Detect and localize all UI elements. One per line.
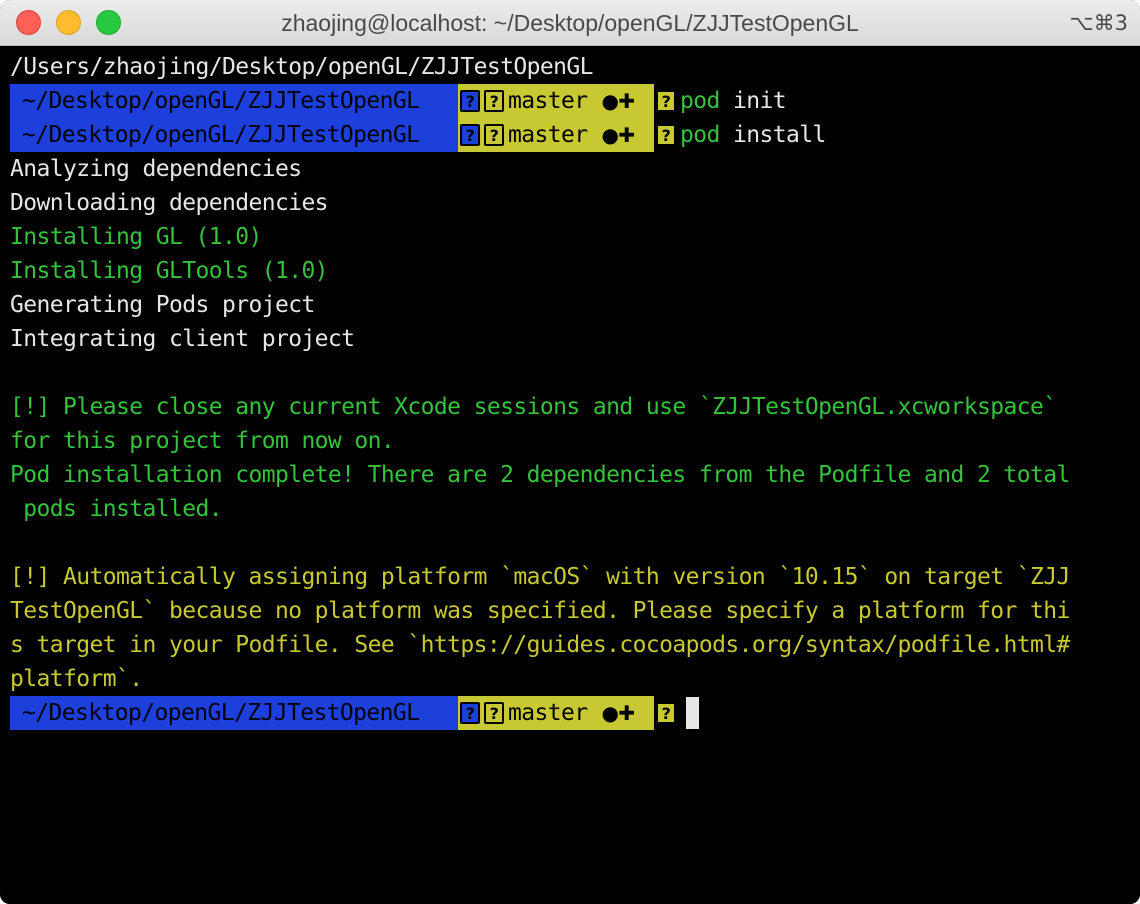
git-branch: master	[508, 700, 588, 726]
prompt-path: ~/Desktop/openGL/ZJJTestOpenGL	[10, 696, 458, 730]
unknown-glyph-icon: ?	[656, 702, 676, 724]
unknown-glyph-icon: ?	[460, 124, 480, 146]
unknown-glyph-icon: ?	[484, 90, 504, 112]
prompt-git-segment: ? ? master ●✚	[458, 118, 654, 152]
output-line: Downloading dependencies	[10, 190, 329, 216]
terminal-window: zhaojing@localhost: ~/Desktop/openGL/ZJJ…	[0, 0, 1140, 904]
window-title: zhaojing@localhost: ~/Desktop/openGL/ZJJ…	[281, 10, 859, 36]
prompt-line: ~/Desktop/openGL/ZJJTestOpenGL ? ? maste…	[10, 118, 1140, 152]
terminal-content[interactable]: /Users/zhaojing/Desktop/openGL/ZJJTestOp…	[0, 46, 1140, 904]
output-line: Integrating client project	[10, 326, 355, 352]
output-line: s target in your Podfile. See `https://g…	[10, 632, 1070, 658]
git-status: ●✚	[601, 701, 635, 725]
window-shortcut: ⌥⌘3	[1069, 11, 1128, 35]
prompt-path: ~/Desktop/openGL/ZJJTestOpenGL	[10, 84, 458, 118]
command-name: pod	[680, 122, 720, 148]
cwd-line: /Users/zhaojing/Desktop/openGL/ZJJTestOp…	[10, 54, 593, 80]
output-line: for this project from now on.	[10, 428, 395, 454]
active-prompt-line[interactable]: ~/Desktop/openGL/ZJJTestOpenGL ? ? maste…	[10, 696, 1140, 730]
git-status: ●✚	[601, 123, 635, 147]
output-line: Installing GLTools (1.0)	[10, 258, 329, 284]
unknown-glyph-icon: ?	[656, 90, 676, 112]
prompt-line: ~/Desktop/openGL/ZJJTestOpenGL ? ? maste…	[10, 84, 1140, 118]
text-cursor	[686, 697, 699, 729]
output-line: [!] Automatically assigning platform `ma…	[10, 564, 1070, 590]
title-bar[interactable]: zhaojing@localhost: ~/Desktop/openGL/ZJJ…	[0, 0, 1140, 46]
output-line: Generating Pods project	[10, 292, 315, 318]
command-arg: init	[719, 88, 787, 114]
output-line: TestOpenGL` because no platform was spec…	[10, 598, 1070, 624]
output-line: platform`.	[10, 666, 143, 692]
unknown-glyph-icon: ?	[656, 124, 676, 146]
unknown-glyph-icon: ?	[460, 90, 480, 112]
unknown-glyph-icon: ?	[484, 124, 504, 146]
command-name: pod	[680, 88, 720, 114]
command-arg: install	[719, 122, 826, 148]
git-branch: master	[508, 88, 588, 114]
output-line: Pod installation complete! There are 2 d…	[10, 462, 1070, 488]
output-line: [!] Please close any current Xcode sessi…	[10, 394, 1057, 420]
prompt-path: ~/Desktop/openGL/ZJJTestOpenGL	[10, 118, 458, 152]
unknown-glyph-icon: ?	[460, 702, 480, 724]
git-branch: master	[508, 122, 588, 148]
unknown-glyph-icon: ?	[484, 702, 504, 724]
prompt-git-segment: ? ? master ●✚	[458, 84, 654, 118]
git-status: ●✚	[601, 89, 635, 113]
output-line: Analyzing dependencies	[10, 156, 302, 182]
output-line: Installing GL (1.0)	[10, 224, 262, 250]
output-line: pods installed.	[10, 496, 222, 522]
prompt-git-segment: ? ? master ●✚	[458, 696, 654, 730]
